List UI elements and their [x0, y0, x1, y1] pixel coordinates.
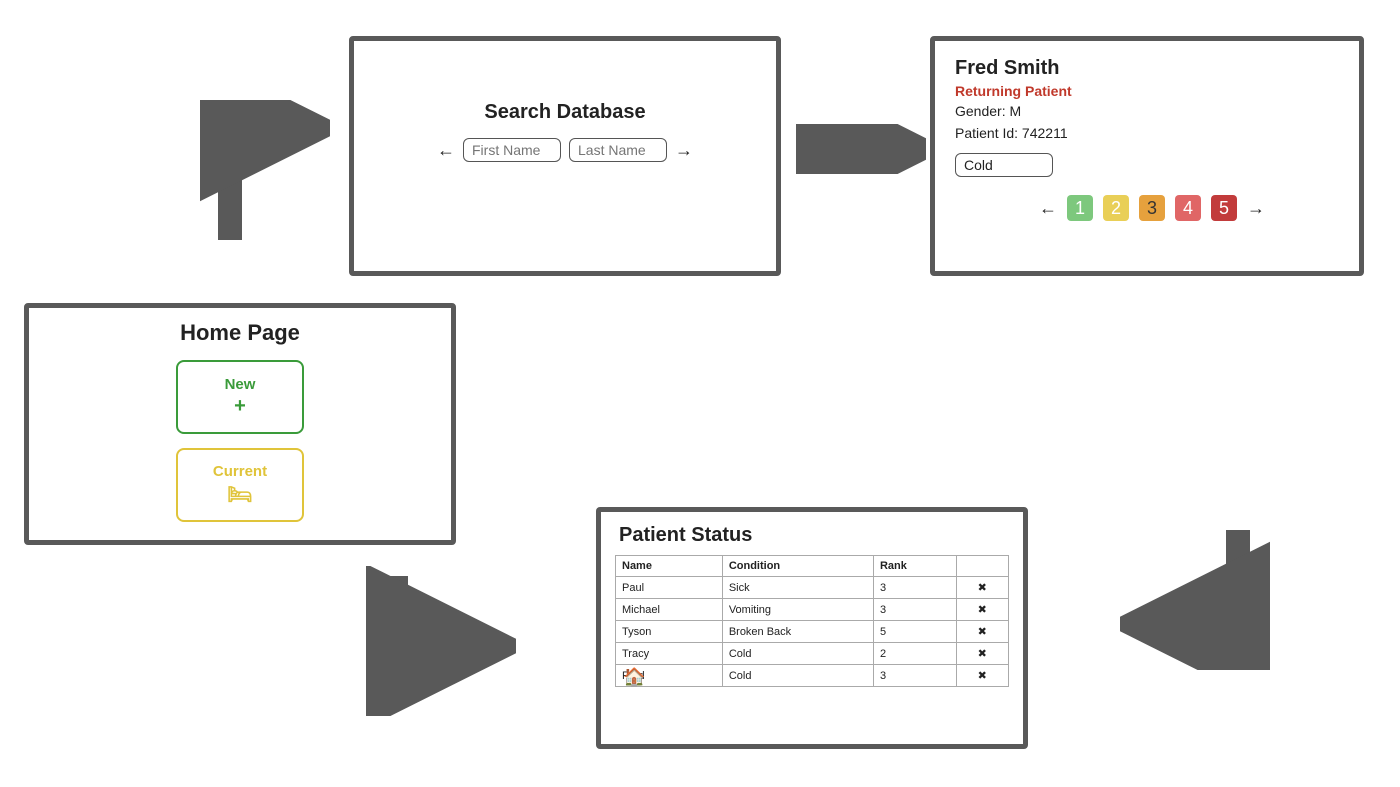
- first-name-input[interactable]: [463, 138, 561, 162]
- new-patient-button[interactable]: New +: [176, 360, 304, 434]
- table-row: FredCold3✖: [616, 665, 1009, 687]
- cell-rank: 3: [873, 577, 956, 599]
- home-title: Home Page: [29, 320, 451, 346]
- cell-name: Paul: [616, 577, 723, 599]
- flow-arrow-home-to-status: [366, 566, 516, 716]
- rank-selector: ← 1 2 3 4 5 →: [1039, 195, 1265, 221]
- current-label: Current: [213, 463, 267, 480]
- status-title: Patient Status: [619, 524, 1023, 547]
- patient-detail-panel: Fred Smith Returning Patient Gender: M P…: [930, 36, 1364, 276]
- table-row: TracyCold2✖: [616, 643, 1009, 665]
- last-name-input[interactable]: [569, 138, 667, 162]
- plus-icon: +: [234, 395, 246, 418]
- search-next-arrow-icon[interactable]: →: [675, 140, 693, 161]
- cell-condition: Cold: [722, 643, 873, 665]
- col-delete: [956, 556, 1008, 577]
- col-rank: Rank: [873, 556, 956, 577]
- patient-status: Returning Patient: [955, 83, 1072, 99]
- delete-row-icon[interactable]: ✖: [956, 665, 1008, 687]
- home-page-panel: Home Page New + Current 🛏: [24, 303, 456, 545]
- cell-condition: Broken Back: [722, 621, 873, 643]
- home-icon[interactable]: 🏠: [623, 667, 645, 688]
- cell-name: Tyson: [616, 621, 723, 643]
- patient-id: Patient Id: 742211: [955, 125, 1068, 141]
- current-patients-button[interactable]: Current 🛏: [176, 448, 304, 522]
- patient-gender: Gender: M: [955, 103, 1021, 119]
- patient-status-panel: Patient Status Name Condition Rank PaulS…: [596, 507, 1028, 749]
- cell-condition: Sick: [722, 577, 873, 599]
- rank-1-button[interactable]: 1: [1067, 195, 1093, 221]
- rank-4-button[interactable]: 4: [1175, 195, 1201, 221]
- cell-rank: 5: [873, 621, 956, 643]
- table-header-row: Name Condition Rank: [616, 556, 1009, 577]
- table-row: PaulSick3✖: [616, 577, 1009, 599]
- col-condition: Condition: [722, 556, 873, 577]
- rank-3-button[interactable]: 3: [1139, 195, 1165, 221]
- cell-name: Tracy: [616, 643, 723, 665]
- col-name: Name: [616, 556, 723, 577]
- cell-name: Michael: [616, 599, 723, 621]
- cell-rank: 3: [873, 665, 956, 687]
- cell-rank: 2: [873, 643, 956, 665]
- table-row: MichaelVomiting3✖: [616, 599, 1009, 621]
- cell-condition: Cold: [722, 665, 873, 687]
- condition-input[interactable]: [955, 153, 1053, 177]
- delete-row-icon[interactable]: ✖: [956, 643, 1008, 665]
- delete-row-icon[interactable]: ✖: [956, 621, 1008, 643]
- status-table: Name Condition Rank PaulSick3✖MichaelVom…: [615, 555, 1009, 687]
- table-row: TysonBroken Back5✖: [616, 621, 1009, 643]
- cell-condition: Vomiting: [722, 599, 873, 621]
- search-database-panel: Search Database ← →: [349, 36, 781, 276]
- rank-5-button[interactable]: 5: [1211, 195, 1237, 221]
- flow-arrow-home-to-search: [200, 100, 330, 250]
- delete-row-icon[interactable]: ✖: [956, 599, 1008, 621]
- search-title: Search Database: [354, 101, 776, 124]
- cell-rank: 3: [873, 599, 956, 621]
- flow-arrow-detail-to-status: [1120, 520, 1270, 670]
- flow-arrow-search-to-detail: [796, 124, 926, 174]
- rank-next-arrow-icon[interactable]: →: [1247, 198, 1265, 219]
- new-label: New: [225, 376, 256, 393]
- patient-name: Fred Smith: [955, 57, 1059, 80]
- bed-icon: 🛏: [227, 482, 252, 507]
- rank-2-button[interactable]: 2: [1103, 195, 1129, 221]
- delete-row-icon[interactable]: ✖: [956, 577, 1008, 599]
- search-back-arrow-icon[interactable]: ←: [437, 140, 455, 161]
- rank-prev-arrow-icon[interactable]: ←: [1039, 198, 1057, 219]
